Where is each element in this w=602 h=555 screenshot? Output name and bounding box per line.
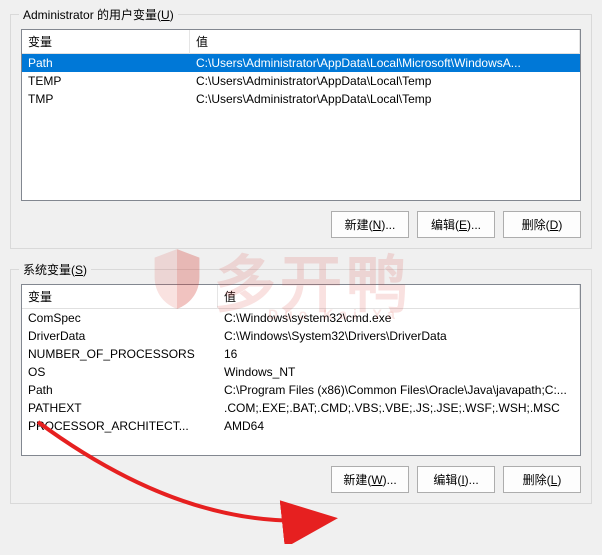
- system-buttons-row: 新建(W)... 编辑(I)... 删除(L): [21, 466, 581, 493]
- cell-value: 16: [218, 346, 580, 362]
- cell-name: OS: [22, 364, 218, 380]
- user-list-header: 变量 值: [22, 30, 580, 54]
- cell-value: C:\Windows\system32\cmd.exe: [218, 310, 580, 326]
- cell-value: C:\Users\Administrator\AppData\Local\Tem…: [190, 73, 580, 89]
- cell-value: .COM;.EXE;.BAT;.CMD;.VBS;.VBE;.JS;.JSE;.…: [218, 400, 580, 416]
- user-variables-list[interactable]: 变量 值 PathC:\Users\Administrator\AppData\…: [21, 29, 581, 201]
- cell-value: Windows_NT: [218, 364, 580, 380]
- table-row[interactable]: PATHEXT.COM;.EXE;.BAT;.CMD;.VBS;.VBE;.JS…: [22, 399, 580, 417]
- cell-name: DriverData: [22, 328, 218, 344]
- col-header-name[interactable]: 变量: [22, 284, 218, 309]
- cell-value: C:\Users\Administrator\AppData\Local\Tem…: [190, 91, 580, 107]
- col-header-name[interactable]: 变量: [22, 29, 190, 54]
- system-delete-button[interactable]: 删除(L): [503, 466, 581, 493]
- user-delete-button[interactable]: 删除(D): [503, 211, 581, 238]
- cell-name: Path: [22, 382, 218, 398]
- user-edit-button[interactable]: 编辑(E)...: [417, 211, 495, 238]
- user-buttons-row: 新建(N)... 编辑(E)... 删除(D): [21, 211, 581, 238]
- system-list-header: 变量 值: [22, 285, 580, 309]
- system-new-button[interactable]: 新建(W)...: [331, 466, 409, 493]
- table-row[interactable]: DriverDataC:\Windows\System32\Drivers\Dr…: [22, 327, 580, 345]
- user-variables-group: Administrator 的用户变量(U) 变量 值 PathC:\Users…: [10, 14, 592, 249]
- cell-value: C:\Users\Administrator\AppData\Local\Mic…: [190, 55, 580, 71]
- table-row[interactable]: NUMBER_OF_PROCESSORS16: [22, 345, 580, 363]
- user-new-button[interactable]: 新建(N)...: [331, 211, 409, 238]
- col-header-value[interactable]: 值: [218, 284, 580, 309]
- system-variables-list[interactable]: 变量 值 ComSpecC:\Windows\system32\cmd.exeD…: [21, 284, 581, 456]
- cell-value: AMD64: [218, 418, 580, 434]
- system-variables-group: 系统变量(S) 变量 值 ComSpecC:\Windows\system32\…: [10, 269, 592, 504]
- col-header-value[interactable]: 值: [190, 29, 580, 54]
- table-row[interactable]: TMPC:\Users\Administrator\AppData\Local\…: [22, 90, 580, 108]
- cell-name: PATHEXT: [22, 400, 218, 416]
- system-variables-label: 系统变量(S): [19, 261, 91, 278]
- cell-name: Path: [22, 55, 190, 71]
- cell-name: PROCESSOR_ARCHITECT...: [22, 418, 218, 434]
- cell-name: TEMP: [22, 73, 190, 89]
- user-variables-label: Administrator 的用户变量(U): [19, 6, 178, 23]
- cell-value: C:\Windows\System32\Drivers\DriverData: [218, 328, 580, 344]
- table-row[interactable]: PROCESSOR_ARCHITECT...AMD64: [22, 417, 580, 435]
- table-row[interactable]: ComSpecC:\Windows\system32\cmd.exe: [22, 309, 580, 327]
- system-edit-button[interactable]: 编辑(I)...: [417, 466, 495, 493]
- cell-name: TMP: [22, 91, 190, 107]
- table-row[interactable]: TEMPC:\Users\Administrator\AppData\Local…: [22, 72, 580, 90]
- cell-name: ComSpec: [22, 310, 218, 326]
- table-row[interactable]: OSWindows_NT: [22, 363, 580, 381]
- cell-name: NUMBER_OF_PROCESSORS: [22, 346, 218, 362]
- cell-value: C:\Program Files (x86)\Common Files\Orac…: [218, 382, 580, 398]
- table-row[interactable]: PathC:\Program Files (x86)\Common Files\…: [22, 381, 580, 399]
- table-row[interactable]: PathC:\Users\Administrator\AppData\Local…: [22, 54, 580, 72]
